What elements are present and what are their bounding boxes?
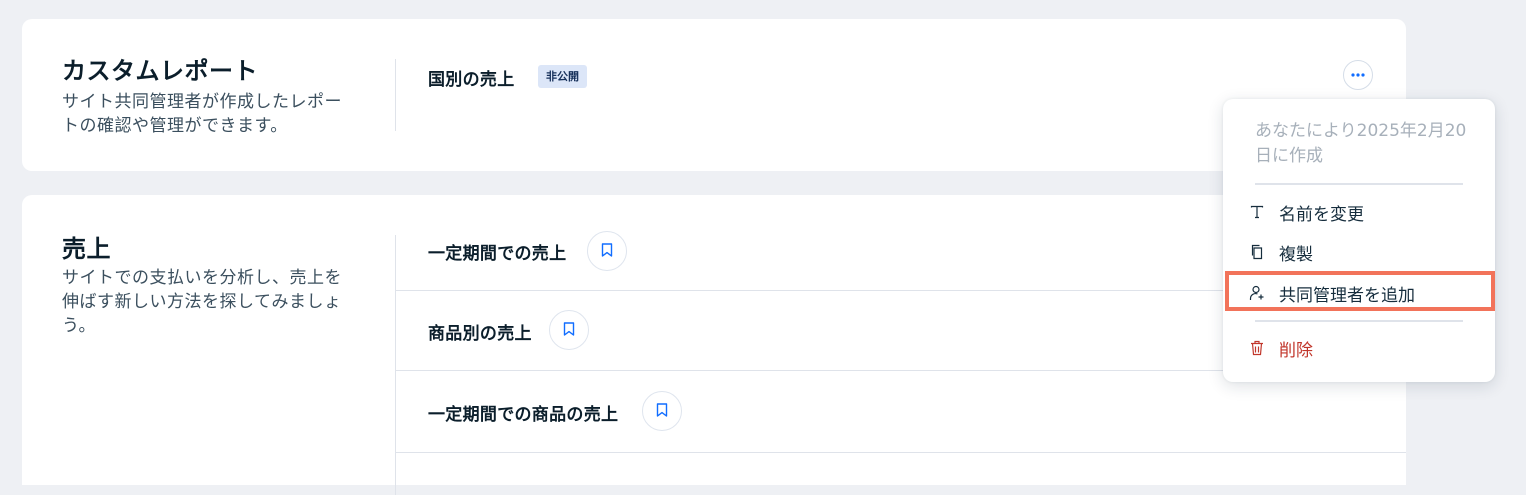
highlight-box — [1225, 271, 1495, 311]
section-title: カスタムレポート — [62, 57, 258, 85]
report-title: 商品別の売上 — [428, 324, 532, 344]
custom-reports-card: カスタムレポート サイト共同管理者が作成したレポートの確認や管理ができます。 国… — [22, 19, 1406, 171]
list-item[interactable]: 一定期間での商品の売上 — [396, 371, 1406, 451]
rename-menu-item[interactable]: 名前を変更 — [1247, 197, 1487, 227]
sales-card: 売上 サイトでの支払いを分析し、売上を伸ばす新しい方法を探してみましょう。 一定… — [22, 195, 1406, 495]
delete-menu-item[interactable]: 削除 — [1247, 333, 1487, 363]
divider — [396, 452, 1406, 453]
context-menu: あなたにより2025年2月20日に作成 名前を変更 複製 共同管理者を追加 削除 — [1223, 99, 1495, 382]
menu-item-label: 削除 — [1279, 340, 1313, 361]
more-actions-button[interactable] — [1343, 60, 1373, 90]
divider — [395, 59, 396, 131]
report-title[interactable]: 国別の売上 — [428, 65, 515, 90]
report-title: 一定期間での売上 — [428, 244, 567, 264]
bookmark-icon — [601, 242, 613, 261]
text-icon — [1247, 202, 1267, 222]
menu-item-label: 名前を変更 — [1279, 204, 1364, 225]
duplicate-icon — [1247, 242, 1267, 262]
menu-item-label: 複製 — [1279, 244, 1313, 265]
bookmark-button[interactable] — [587, 231, 627, 271]
more-icon — [1351, 73, 1365, 77]
trash-icon — [1247, 338, 1267, 358]
divider — [1255, 183, 1463, 185]
section-description: サイトでの支払いを分析し、売上を伸ばす新しい方法を探してみましょう。 — [62, 268, 342, 336]
bookmark-icon — [563, 321, 575, 340]
status-badge: 非公開 — [538, 65, 587, 88]
section-title: 売上 — [62, 235, 111, 263]
created-info: あなたにより2025年2月20日に作成 — [1255, 121, 1467, 166]
bookmark-button[interactable] — [642, 391, 682, 431]
bookmark-button[interactable] — [549, 310, 589, 350]
report-title: 一定期間での商品の売上 — [428, 405, 619, 425]
divider — [1255, 320, 1463, 322]
bookmark-icon — [656, 402, 668, 421]
section-description: サイト共同管理者が作成したレポートの確認や管理ができます。 — [62, 92, 342, 136]
duplicate-menu-item[interactable]: 複製 — [1247, 237, 1487, 267]
